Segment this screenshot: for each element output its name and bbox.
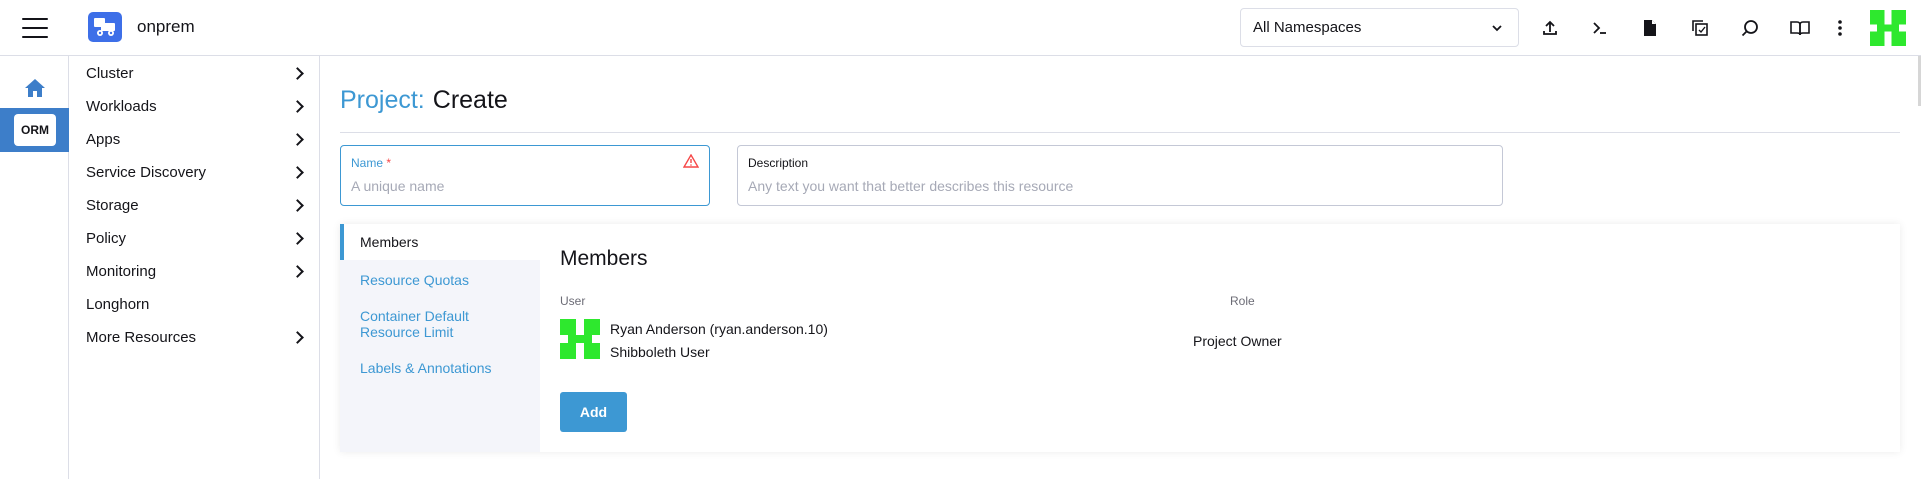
namespace-filter-value: All Namespaces — [1253, 19, 1362, 36]
cluster-name: onprem — [137, 17, 195, 36]
nav-item-storage[interactable]: Storage — [86, 194, 308, 216]
nav-item-label: Policy — [86, 229, 127, 247]
rail-item-orm[interactable]: ORM — [0, 108, 69, 152]
cluster-logo-icon — [88, 12, 122, 42]
description-input[interactable] — [748, 178, 1418, 194]
menu-hamburger-icon[interactable] — [22, 18, 48, 38]
nav-item-monitoring[interactable]: Monitoring — [86, 260, 308, 282]
import-yaml-icon[interactable] — [1535, 13, 1565, 43]
column-header-user: User — [560, 294, 586, 308]
chevron-right-icon — [291, 165, 304, 179]
add-member-button[interactable]: Add — [560, 392, 627, 432]
nav-item-label: Storage — [86, 196, 139, 214]
home-icon[interactable] — [22, 76, 48, 100]
nav-item-label: Cluster — [86, 64, 134, 82]
member-avatar-icon — [560, 319, 600, 359]
warning-icon — [683, 154, 699, 168]
nav-item-policy[interactable]: Policy — [86, 227, 308, 249]
nav-item-workloads[interactable]: Workloads — [86, 95, 308, 117]
members-tab-content: Members User Role Ryan Anderson (ryan.an… — [560, 224, 1900, 452]
members-section-title: Members — [560, 247, 648, 270]
description-field[interactable]: Description — [737, 145, 1503, 206]
tab-list: Members Resource Quotas Container Defaul… — [340, 224, 540, 452]
chevron-right-icon — [291, 198, 304, 212]
column-header-role: Role — [1230, 294, 1255, 308]
nav-item-apps[interactable]: Apps — [86, 128, 308, 150]
tab-labels-annotations[interactable]: Labels & Annotations — [340, 360, 540, 376]
chevron-right-icon — [291, 264, 304, 278]
chevron-right-icon — [291, 231, 304, 245]
nav-item-longhorn[interactable]: Longhorn — [86, 293, 308, 315]
chevron-right-icon — [291, 132, 304, 146]
namespace-filter-select[interactable]: All Namespaces — [1240, 8, 1519, 47]
name-field-label: Name * — [351, 156, 392, 170]
nav-item-service-discovery[interactable]: Service Discovery — [86, 161, 308, 183]
kubectl-shell-icon[interactable] — [1585, 13, 1615, 43]
chevron-right-icon — [291, 66, 304, 80]
tab-resource-quotas[interactable]: Resource Quotas — [340, 272, 540, 288]
rail-item-orm-label[interactable]: ORM — [14, 114, 56, 146]
nav-item-label: Monitoring — [86, 262, 157, 280]
copy-kubeconfig-icon[interactable] — [1685, 13, 1715, 43]
description-field-label: Description — [748, 156, 809, 170]
title-divider — [340, 132, 1900, 133]
tab-members[interactable]: Members — [340, 224, 540, 260]
name-input[interactable] — [351, 178, 665, 194]
nav-item-label: Service Discovery — [86, 163, 207, 181]
member-role[interactable]: Project Owner — [1193, 333, 1282, 349]
page-title: Project: Create — [340, 86, 508, 115]
nav-item-label: Apps — [86, 130, 121, 148]
chevron-down-icon — [1492, 25, 1502, 32]
chevron-right-icon — [291, 99, 304, 113]
app-rail: ORM — [0, 56, 69, 479]
page-title-mode: Create — [432, 86, 508, 114]
nav-item-label: More Resources — [86, 328, 197, 346]
more-vertical-icon[interactable] — [1825, 13, 1855, 43]
resource-search-icon[interactable] — [1735, 13, 1765, 43]
member-user-name: Ryan Anderson (ryan.anderson.10) — [610, 321, 828, 337]
name-field[interactable]: Name * — [340, 145, 710, 206]
kubeconfig-download-icon[interactable] — [1635, 13, 1665, 43]
side-navigation: Cluster Workloads Apps Service Discovery… — [69, 56, 320, 479]
nav-item-more-resources[interactable]: More Resources — [86, 326, 308, 348]
docs-book-icon[interactable] — [1785, 13, 1815, 43]
tab-container-default-resource-limit[interactable]: Container Default Resource Limit — [340, 308, 490, 340]
nav-item-label: Longhorn — [86, 295, 150, 313]
member-user-type: Shibboleth User — [610, 344, 710, 360]
tabbed-panel: Members Resource Quotas Container Defaul… — [340, 224, 1900, 452]
user-avatar-icon[interactable] — [1870, 10, 1906, 46]
nav-item-label: Workloads — [86, 97, 157, 115]
top-header: onprem All Namespaces — [0, 0, 1921, 56]
nav-item-cluster[interactable]: Cluster — [86, 62, 308, 84]
required-marker: * — [386, 156, 392, 170]
page-title-resource[interactable]: Project: — [340, 86, 425, 114]
chevron-right-icon — [291, 330, 304, 344]
